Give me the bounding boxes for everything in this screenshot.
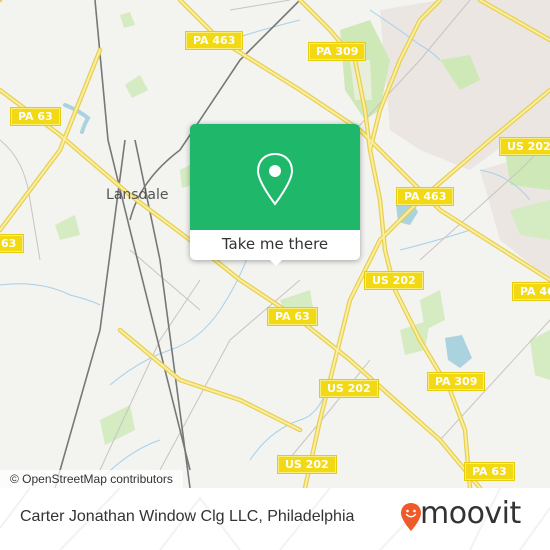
popup-header bbox=[190, 124, 360, 230]
footer: Carter Jonathan Window Clg LLC, Philadel… bbox=[0, 488, 550, 550]
take-me-there-button[interactable]: Take me there bbox=[190, 230, 360, 260]
park-area bbox=[125, 75, 148, 98]
road-shield: PA 463 bbox=[184, 31, 244, 50]
road-shield: US 202 bbox=[319, 379, 379, 398]
road-shield: US 202 bbox=[499, 137, 550, 156]
place-title: Carter Jonathan Window Clg LLC, Philadel… bbox=[20, 508, 355, 525]
road-shield: PA 309 bbox=[426, 372, 486, 391]
road-shield: US 202 bbox=[364, 271, 424, 290]
map-attribution[interactable]: © OpenStreetMap contributors bbox=[0, 470, 183, 488]
popup-pointer bbox=[268, 258, 284, 266]
road-shield: US 202 bbox=[277, 455, 337, 474]
park-area bbox=[120, 12, 135, 28]
road-shield: PA 309 bbox=[307, 42, 367, 61]
road-shield: PA 463 bbox=[511, 282, 550, 301]
park-area bbox=[530, 330, 550, 380]
park-area bbox=[55, 215, 80, 240]
road-shield: PA 63 bbox=[267, 307, 318, 326]
moovit-wordmark: moovit bbox=[420, 496, 521, 531]
place-label-lansdale: Lansdale bbox=[106, 187, 169, 203]
park-area bbox=[100, 405, 135, 445]
map-pin-icon bbox=[256, 152, 294, 206]
location-popup: Take me there bbox=[190, 124, 360, 266]
road-shield: 63 bbox=[0, 234, 25, 253]
road-shield: PA 463 bbox=[395, 187, 455, 206]
moovit-pin-smile-icon bbox=[401, 503, 421, 531]
road-shield: PA 63 bbox=[10, 107, 61, 126]
map[interactable]: Lansdale PA 463 PA 309 PA 63 63 US 202 P… bbox=[0, 0, 550, 488]
lake bbox=[445, 335, 472, 368]
road-shield: PA 63 bbox=[464, 462, 515, 481]
